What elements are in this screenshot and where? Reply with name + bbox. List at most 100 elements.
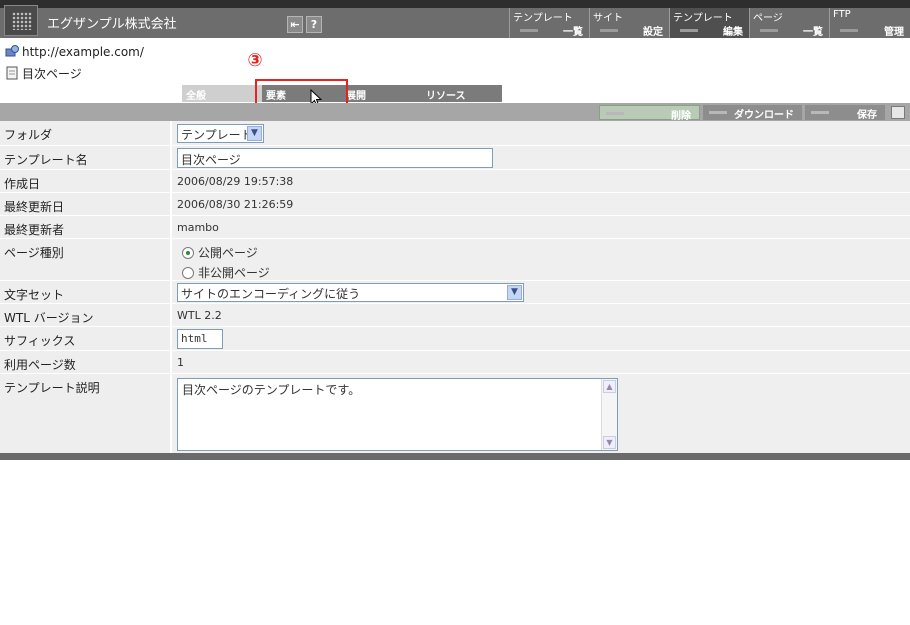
folder-select[interactable]: テンプレート ▼ (177, 124, 264, 143)
dash-icon (606, 112, 624, 115)
action-bar: 削除 ダウンロード 保存 (0, 103, 910, 122)
form-row-suffix: サフィックス html (0, 327, 910, 351)
scrollbar[interactable]: ▲ ▼ (601, 379, 617, 450)
page-icon (6, 66, 18, 80)
field-value: html (170, 327, 910, 350)
radio-button-checked[interactable] (182, 247, 194, 259)
charset-select[interactable]: サイトのエンコーディングに従う ▼ (177, 283, 524, 302)
form-row-created: 作成日 2006/08/29 19:57:38 (0, 170, 910, 193)
nav-ftp-manage[interactable]: FTP 管理 (829, 8, 910, 38)
scroll-up-icon[interactable]: ▲ (603, 380, 616, 393)
company-name: エグザンプル株式会社 (47, 17, 177, 32)
form-row-updated: 最終更新日 2006/08/30 21:26:59 (0, 193, 910, 216)
nav-label: ページ (753, 13, 783, 24)
chevron-down-icon: ▼ (247, 126, 262, 141)
dash-icon (811, 111, 829, 114)
site-url[interactable]: http://example.com/ (22, 45, 144, 59)
field-label: 最終更新者 (0, 216, 170, 238)
nav-label: テンプレート (673, 13, 733, 24)
form-row-charset: 文字セット サイトのエンコーディングに従う ▼ (0, 281, 910, 304)
download-button[interactable]: ダウンロード (703, 105, 802, 121)
folder-select-value: テンプレート (181, 128, 253, 142)
nav-template-edit[interactable]: テンプレート 編集 (669, 8, 749, 38)
field-label: WTL バージョン (0, 304, 170, 326)
download-label: ダウンロード (734, 110, 794, 121)
delete-button[interactable]: 削除 (599, 105, 700, 122)
dash-icon (840, 29, 858, 32)
nav-page-list[interactable]: ページ 一覧 (749, 8, 829, 38)
page-name: 目次ページ (22, 67, 82, 81)
nav-label: サイト (593, 13, 623, 24)
callout-number: ③ (247, 50, 263, 71)
form-row-description: テンプレート説明 目次ページのテンプレートです。 ▲ ▼ (0, 374, 910, 454)
template-name-input[interactable]: 目次ページ (177, 148, 493, 168)
trash-icon[interactable] (891, 106, 905, 119)
form-row-page-type: ページ種別 公開ページ 非公開ページ (0, 239, 910, 281)
tab-expand[interactable]: 展開 (342, 85, 422, 102)
nav-label-sub: 設定 (643, 27, 663, 38)
form-row-updater: 最終更新者 mambo (0, 216, 910, 239)
nav-label-sub: 管理 (884, 27, 904, 38)
logo-icon (4, 5, 38, 36)
radio-button[interactable] (182, 267, 194, 279)
created-value: 2006/08/29 19:57:38 (170, 170, 910, 192)
field-label: サフィックス (0, 327, 170, 350)
charset-select-value: サイトのエンコーディングに従う (181, 287, 361, 301)
nav-label-sub: 編集 (723, 27, 743, 38)
save-button[interactable]: 保存 (805, 105, 885, 121)
dash-icon (600, 29, 618, 32)
tab-general[interactable]: 全般 (182, 85, 262, 102)
save-label: 保存 (857, 110, 877, 121)
field-value: 目次ページのテンプレートです。 ▲ ▼ (170, 374, 910, 453)
nav-site-settings[interactable]: サイト 設定 (589, 8, 669, 38)
form-row-folder: フォルダ テンプレート ▼ (0, 121, 910, 146)
site-icon (5, 45, 19, 57)
radio-label: 非公開ページ (198, 266, 270, 280)
scroll-down-icon[interactable]: ▼ (603, 436, 616, 449)
field-label: 最終更新日 (0, 193, 170, 215)
back-icon[interactable]: ⇤ (287, 16, 303, 33)
site-url-row: http://example.com/ (5, 44, 144, 59)
field-label: ページ種別 (0, 239, 170, 280)
nav-label-sub: 一覧 (563, 27, 583, 38)
field-label: テンプレート説明 (0, 374, 170, 453)
suffix-input[interactable]: html (177, 329, 223, 349)
dash-icon (709, 111, 727, 114)
top-rule (0, 0, 910, 8)
field-label: 作成日 (0, 170, 170, 192)
dash-icon (520, 29, 538, 32)
radio-label: 公開ページ (198, 246, 258, 260)
wtl-version-value: WTL 2.2 (170, 304, 910, 326)
nav-template-list[interactable]: テンプレート 一覧 (509, 8, 589, 38)
top-bar: エグザンプル株式会社 ⇤ ? テンプレート 一覧 サイト 設定 テンプレート 編… (0, 0, 910, 38)
description-text: 目次ページのテンプレートです。 (182, 383, 361, 397)
field-label: フォルダ (0, 121, 170, 145)
bottom-bar (0, 453, 910, 460)
radio-private[interactable]: 非公開ページ (182, 264, 910, 282)
tab-resources[interactable]: リソース (422, 85, 502, 102)
field-value: 公開ページ 非公開ページ (170, 239, 910, 280)
radio-public[interactable]: 公開ページ (182, 244, 910, 264)
page-row: 目次ページ (5, 65, 82, 82)
field-label: 文字セット (0, 281, 170, 303)
form-row-wtl-version: WTL バージョン WTL 2.2 (0, 304, 910, 327)
field-value: テンプレート ▼ (170, 121, 910, 145)
description-textarea[interactable]: 目次ページのテンプレートです。 ▲ ▼ (177, 378, 618, 451)
template-form: フォルダ テンプレート ▼ テンプレート名 目次ページ 作成日 2006/08/… (0, 121, 910, 454)
usage-count-value: 1 (170, 351, 910, 373)
form-row-template-name: テンプレート名 目次ページ (0, 146, 910, 170)
field-value: 目次ページ (170, 146, 910, 169)
field-value: サイトのエンコーディングに従う ▼ (170, 281, 910, 303)
field-label: 利用ページ数 (0, 351, 170, 373)
nav-label: FTP (833, 9, 851, 20)
dash-icon (680, 29, 698, 32)
updater-value: mambo (170, 216, 910, 238)
updated-value: 2006/08/30 21:26:59 (170, 193, 910, 215)
help-icon[interactable]: ? (306, 16, 322, 33)
dash-icon (760, 29, 778, 32)
chevron-down-icon: ▼ (507, 285, 522, 300)
delete-label: 削除 (671, 111, 691, 122)
form-row-usage-count: 利用ページ数 1 (0, 351, 910, 374)
field-label: テンプレート名 (0, 146, 170, 169)
nav-label-sub: 一覧 (803, 27, 823, 38)
